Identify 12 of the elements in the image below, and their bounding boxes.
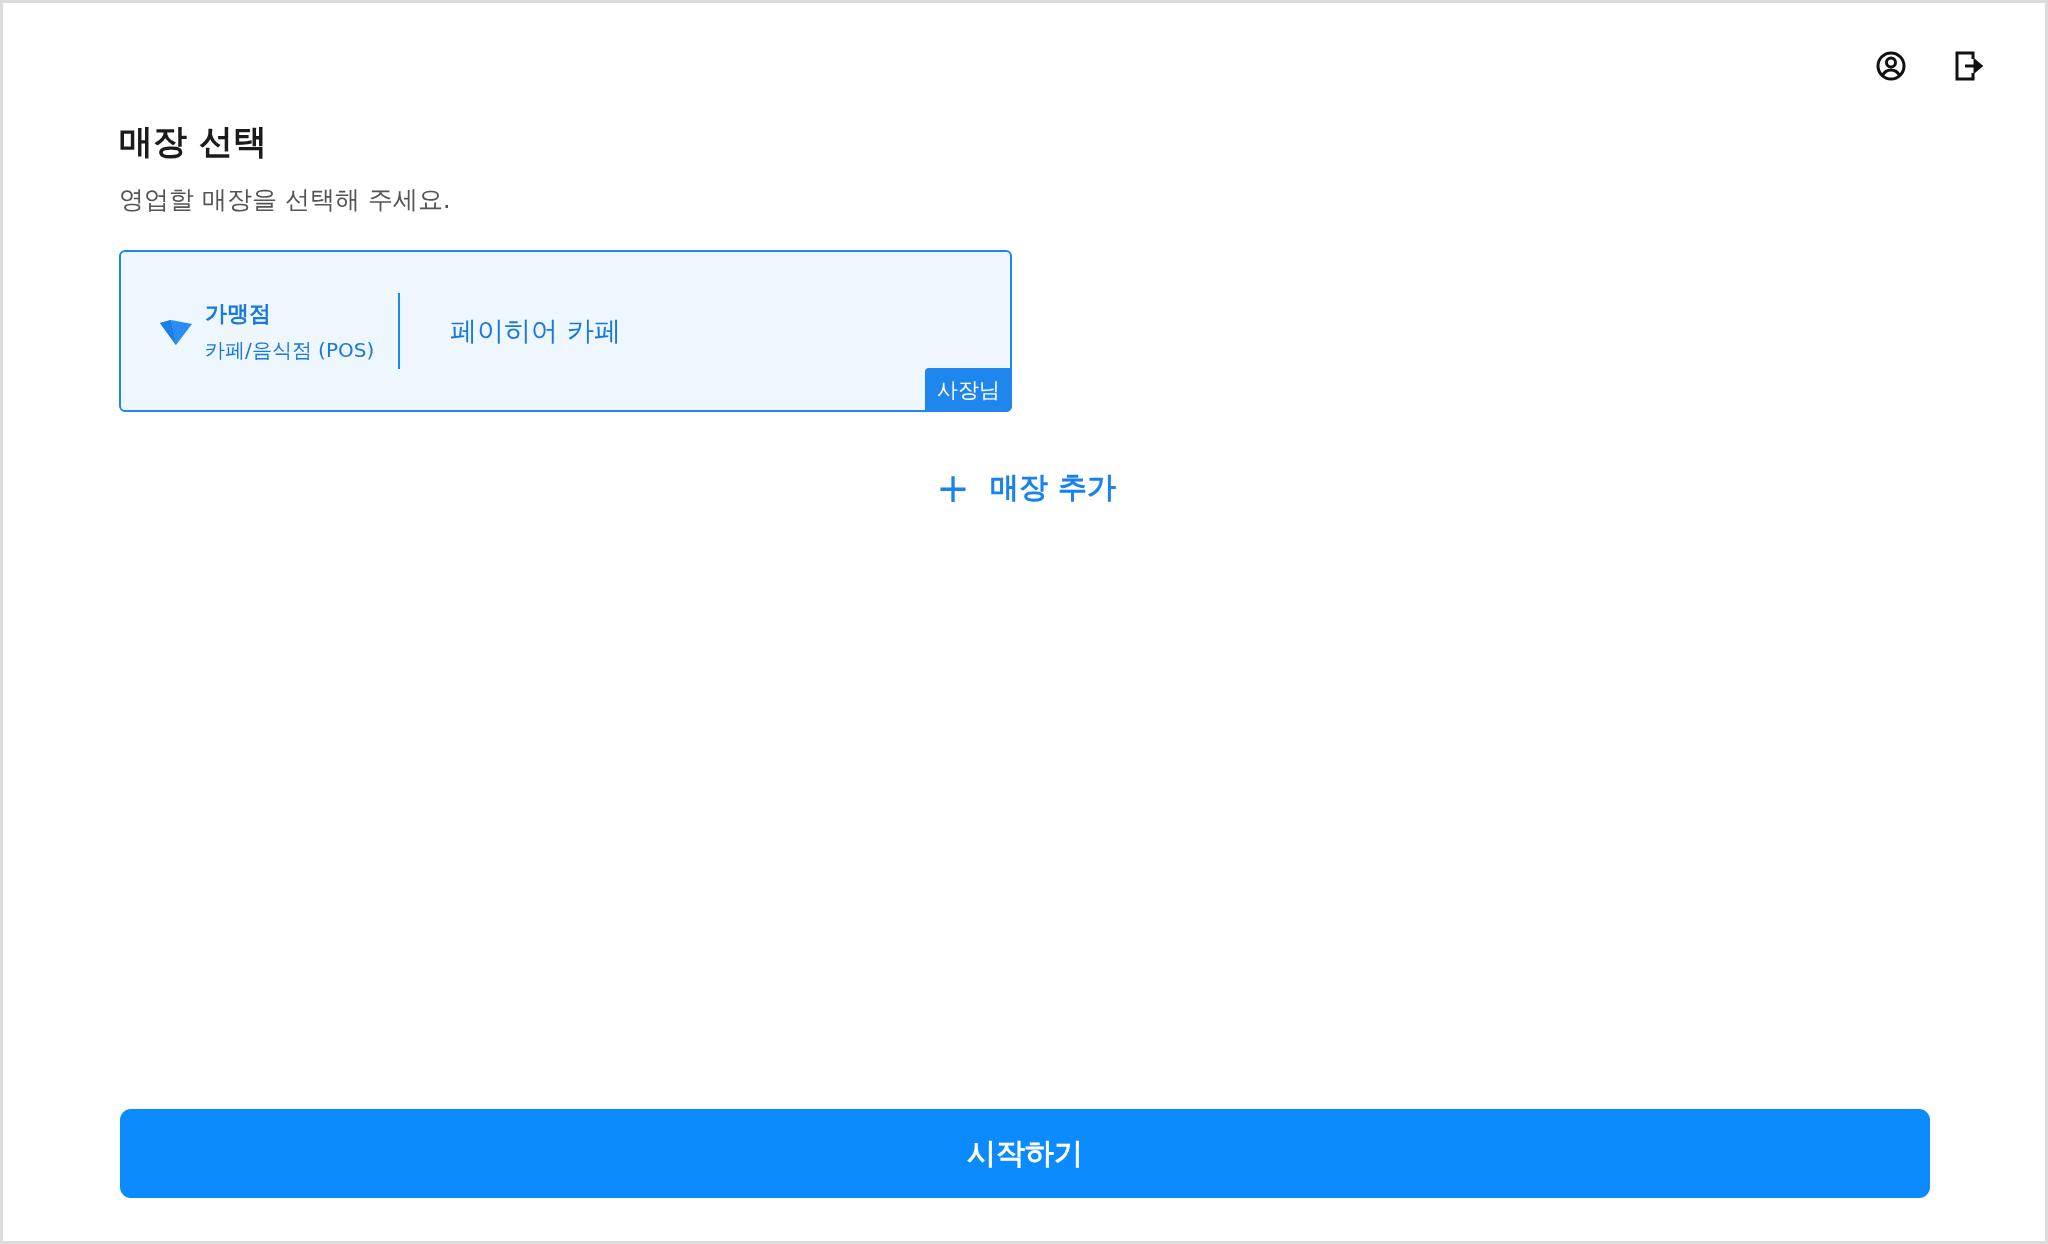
- store-name: 페이히어 카페: [450, 314, 621, 348]
- store-card[interactable]: 가맹점 카페/음식점 (POS) 페이히어 카페 사장님: [119, 250, 1012, 412]
- logout-icon[interactable]: [1953, 50, 1985, 82]
- start-button[interactable]: 시작하기: [120, 1109, 1930, 1198]
- page-subtitle: 영업할 매장을 선택해 주세요.: [119, 184, 452, 216]
- store-type: 가맹점: [205, 299, 272, 328]
- account-icon[interactable]: [1875, 50, 1907, 82]
- plus-icon: +: [936, 468, 970, 508]
- store-category: 카페/음식점 (POS): [205, 336, 375, 364]
- role-badge: 사장님: [925, 368, 1012, 412]
- add-store-button[interactable]: + 매장 추가: [926, 462, 1126, 514]
- page-title: 매장 선택: [119, 120, 268, 163]
